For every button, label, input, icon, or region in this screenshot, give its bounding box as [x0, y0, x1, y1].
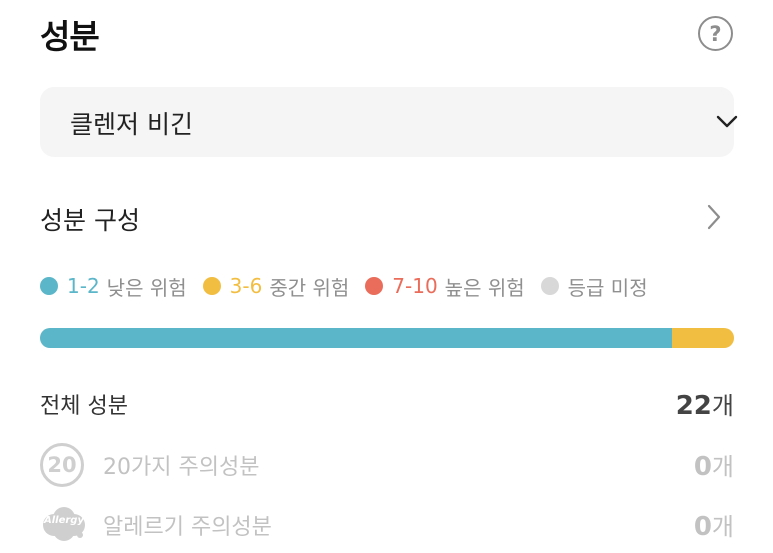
- legend-label: 낮은 위험: [106, 275, 187, 300]
- product-select[interactable]: 클렌저 비긴: [40, 87, 738, 157]
- legend-dot-icon: [202, 277, 221, 295]
- page-title: 성분: [40, 17, 100, 56]
- caution-20-icon: 20: [40, 443, 84, 487]
- legend-item: 등급 미정: [540, 272, 648, 301]
- legend-item: 7-10 높은 위험: [365, 272, 525, 301]
- chevron-right-icon: [707, 204, 721, 230]
- legend-item: 3-6 중간 위험: [202, 272, 350, 301]
- allergy-count: 0개: [693, 512, 734, 542]
- legend-range: 3-6: [229, 274, 263, 298]
- legend-label: 등급 미정: [567, 275, 648, 300]
- composition-title: 성분 구성: [40, 206, 140, 235]
- allergy-label: 알레르기 주의성분: [103, 515, 272, 540]
- caution20-label: 20가지 주의성분: [103, 455, 260, 480]
- legend-range: 1-2: [67, 274, 100, 298]
- total-ingredients-row: 전체 성분 22개: [40, 382, 734, 426]
- legend-label: 높은 위험: [444, 275, 525, 300]
- composition-row[interactable]: 성분 구성: [40, 195, 734, 243]
- risk-bar-segment: [40, 328, 672, 348]
- legend-dot-icon: [365, 277, 384, 295]
- help-icon[interactable]: ?: [698, 16, 733, 51]
- legend-range: 7-10: [392, 274, 438, 298]
- legend-item: 1-2 낮은 위험: [40, 272, 187, 301]
- total-ingredients-count: 22개: [675, 391, 734, 421]
- legend-dot-icon: [40, 277, 58, 295]
- risk-bar-segment: [671, 328, 734, 348]
- legend-dot-icon: [540, 277, 559, 295]
- legend-label: 중간 위험: [269, 275, 350, 300]
- product-select-value: 클렌저 비긴: [70, 110, 193, 139]
- allergy-row[interactable]: Allergy 알레르기 주의성분 0개: [40, 503, 734, 547]
- allergy-icon: Allergy: [40, 503, 88, 547]
- caution20-count: 0개: [693, 452, 734, 482]
- chevron-down-icon: [716, 115, 738, 128]
- caution20-row[interactable]: 20 20가지 주의성분 0개: [40, 443, 734, 487]
- risk-legend: 1-2 낮은 위험 3-6 중간 위험 7-10 높은 위험 등급 미정: [40, 268, 664, 304]
- risk-bar: [40, 328, 734, 348]
- total-ingredients-label: 전체 성분: [40, 394, 128, 419]
